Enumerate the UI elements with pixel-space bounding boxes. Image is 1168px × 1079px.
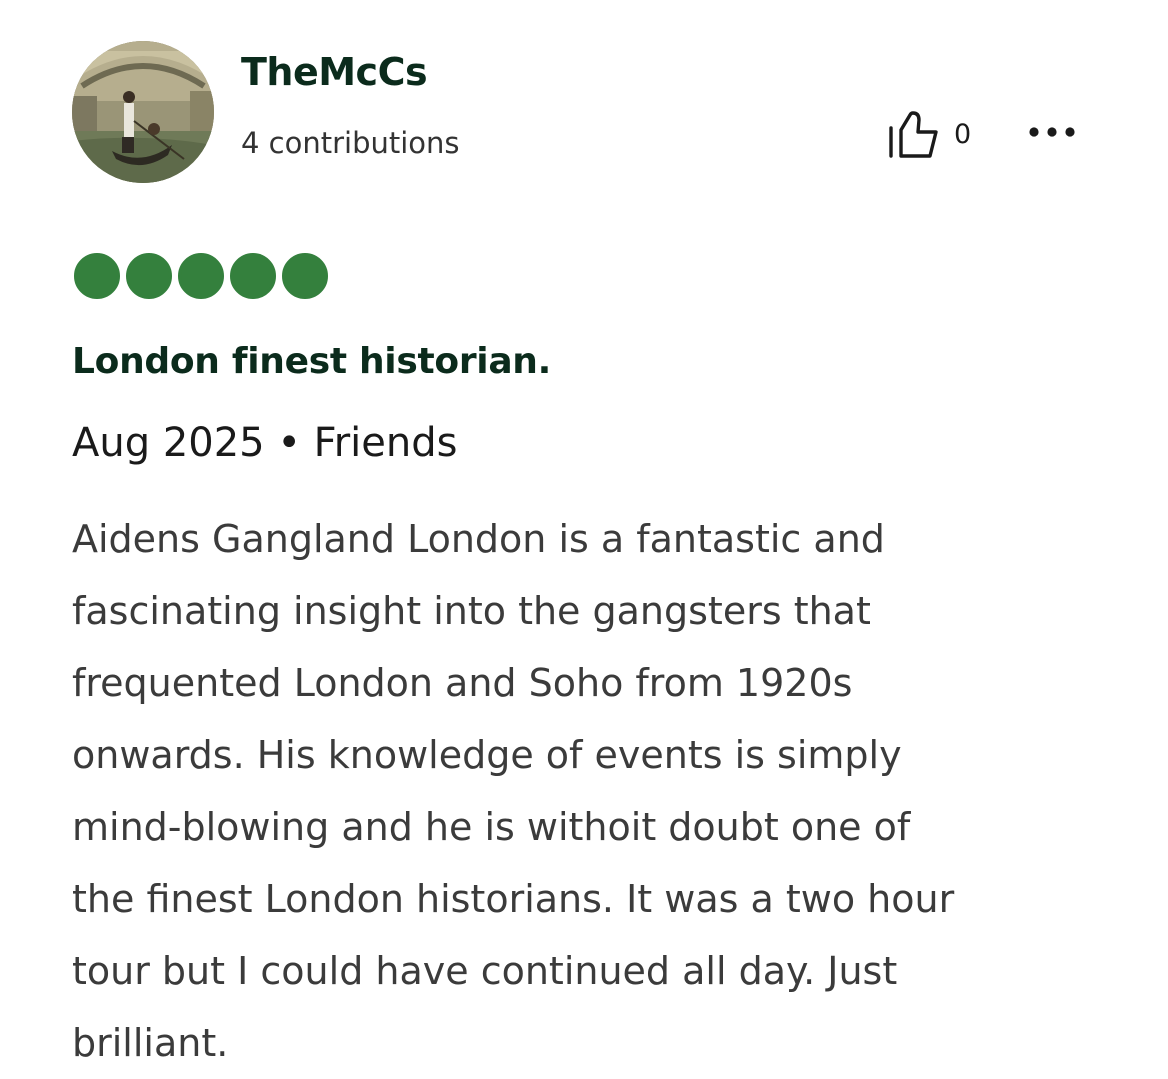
rating-bubble-icon [74,253,120,299]
rating-bubble-icon [126,253,172,299]
review-card: TheMcCs 4 contributions 0 London finest … [0,0,1168,1075]
helpful-vote-button[interactable]: 0 [886,108,971,160]
more-options-button[interactable] [1022,112,1082,152]
review-meta: Aug 2025 • Friends [72,420,458,466]
rating-bubbles [74,253,334,299]
review-body-line: tour but I could have continued all day.… [72,949,898,993]
avatar[interactable] [72,41,214,183]
username[interactable]: TheMcCs [241,50,428,94]
review-body: Aidens Gangland London is a fantastic an… [72,503,1092,1079]
review-body-line: onwards. His knowledge of events is simp… [72,733,902,777]
review-body-line: mind-blowing and he is withoit doubt one… [72,805,911,849]
rating-bubble-icon [230,253,276,299]
review-title[interactable]: London finest historian. [72,341,551,382]
helpful-count: 0 [954,118,972,150]
rating-bubble-icon [282,253,328,299]
gondola-photo-icon [72,41,214,183]
review-body-line: fascinating insight into the gangsters t… [72,589,871,633]
review-body-line: brilliant. [72,1021,229,1065]
review-body-line: the finest London historians. It was a t… [72,877,955,921]
contributions-count: 4 contributions [241,126,460,160]
review-body-line: Aidens Gangland London is a fantastic an… [72,517,885,561]
rating-bubble-icon [178,253,224,299]
thumbs-up-icon [889,111,938,158]
review-body-line: frequented London and Soho from 1920s [72,661,853,705]
more-options-icon [1029,127,1075,137]
